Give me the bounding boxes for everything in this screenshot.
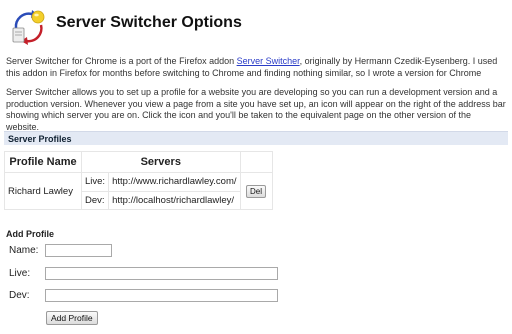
profile-name-cell: Richard Lawley [4, 172, 82, 210]
server-switcher-link[interactable]: Server Switcher [237, 56, 300, 66]
profile-name-header: Profile Name [4, 151, 82, 173]
live-label: Live: [9, 268, 31, 279]
table-row: Richard Lawley Live: http://www.richardl… [4, 172, 273, 210]
description-paragraph: Server Switcher allows you to set up a p… [6, 87, 506, 132]
name-label: Name: [9, 245, 39, 256]
add-profile-heading: Add Profile [6, 229, 55, 239]
dev-label: Dev: [9, 290, 30, 301]
dev-label-cell: Dev: [80, 190, 110, 210]
delete-cell: Del [239, 172, 273, 210]
delete-profile-button[interactable]: Del [245, 184, 266, 198]
add-profile-button[interactable]: Add Profile [46, 311, 98, 325]
server-switcher-logo [12, 10, 45, 45]
dev-url-cell: http://localhost/richardlawley/ [108, 190, 241, 210]
dev-url-input[interactable] [45, 289, 278, 302]
server-profiles-heading: Server Profiles [4, 131, 508, 145]
servers-header: Servers [81, 151, 241, 173]
intro-text-1: Server Switcher for Chrome is a port of … [6, 56, 237, 66]
intro-paragraph: Server Switcher for Chrome is a port of … [6, 56, 506, 79]
table-header-row: Profile Name Servers [4, 151, 273, 173]
name-input[interactable] [45, 244, 112, 257]
live-url-cell: http://www.richardlawley.com/ [108, 172, 241, 192]
live-url-input[interactable] [45, 267, 278, 280]
page-title: Server Switcher Options [56, 14, 242, 31]
live-label-cell: Live: [80, 172, 110, 192]
profiles-table: Profile Name Servers Richard Lawley Live… [4, 151, 273, 210]
actions-header [239, 151, 273, 173]
